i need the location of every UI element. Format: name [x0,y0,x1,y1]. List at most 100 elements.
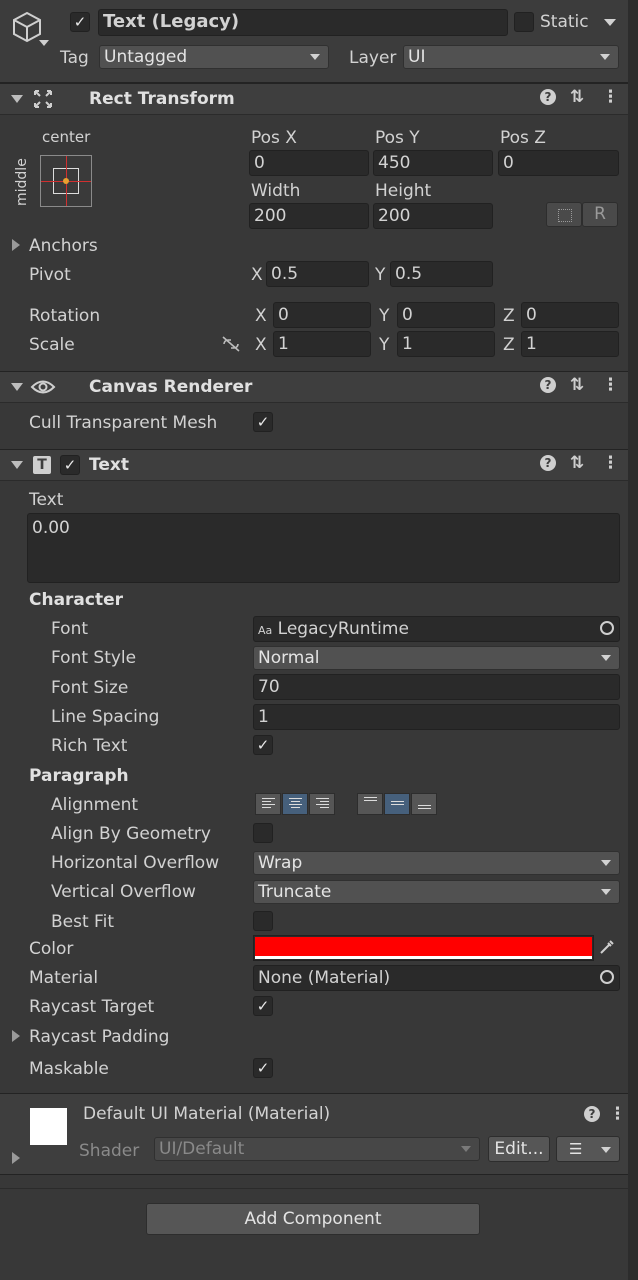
rect-transform-header[interactable]: Rect Transform ? ⇅ ⋮ [0,83,628,115]
scale-x-field[interactable]: 1 [273,331,371,357]
object-name-field[interactable]: Text (Legacy) [98,9,508,36]
active-toggle[interactable]: ✓ [70,12,90,32]
chevron-down-icon [601,655,611,661]
object-picker-icon[interactable] [600,970,614,984]
pos-z-field[interactable]: 0 [498,150,619,176]
align-right-button[interactable] [309,793,335,815]
font-field[interactable]: Aa LegacyRuntime [253,616,620,642]
raw-edit-button[interactable]: R [582,202,618,227]
more-menu-icon[interactable]: ⋮ [602,375,619,395]
pos-z-label: Pos Z [500,128,546,148]
rect-transform-icon [34,90,52,108]
pivot-x-field[interactable]: 0.5 [266,261,369,287]
tag-label: Tag [60,48,89,68]
pos-x-field[interactable]: 0 [249,150,369,176]
gameobject-cube-icon[interactable] [10,10,44,44]
height-field[interactable]: 200 [373,203,493,229]
align-middle-button[interactable] [384,793,410,815]
canvas-renderer-header[interactable]: Canvas Renderer ? ⇅ ⋮ [0,371,628,403]
material-value: None (Material) [258,968,391,988]
rect-transform-title: Rect Transform [89,89,235,109]
align-by-geometry-checkbox[interactable] [253,823,273,843]
layer-dropdown[interactable]: UI [403,45,619,69]
more-menu-icon[interactable]: ⋮ [602,87,619,107]
static-dropdown-arrow-icon[interactable] [604,19,616,26]
pos-y-field[interactable]: 450 [373,150,493,176]
add-component-button[interactable]: Add Component [146,1203,480,1235]
raycast-padding-label[interactable]: Raycast Padding [29,1027,169,1047]
scale-z-field[interactable]: 1 [521,331,619,357]
static-checkbox[interactable] [514,12,534,32]
foldout-arrow-icon[interactable] [11,383,23,391]
anchor-preset-button[interactable] [40,155,92,207]
rotation-y-label: Y [379,306,390,326]
help-icon[interactable]: ? [540,377,556,393]
shader-value: UI/Default [159,1139,245,1159]
text-area[interactable]: 0.00 [27,513,620,583]
align-center-button[interactable] [282,793,308,815]
raycast-padding-foldout-icon[interactable] [12,1030,20,1042]
line-spacing-field[interactable]: 1 [253,704,620,730]
pivot-x-label: X [251,265,263,285]
height-label: Height [375,181,432,201]
foldout-arrow-icon[interactable] [11,461,23,469]
rotation-label: Rotation [29,306,101,326]
rich-text-label: Rich Text [51,736,128,756]
anchors-foldout-icon[interactable] [12,239,20,251]
tag-dropdown[interactable]: Untagged [99,45,329,69]
cull-transparent-mesh-checkbox[interactable]: ✓ [253,412,273,432]
font-size-field[interactable]: 70 [253,674,620,700]
eye-icon [30,380,56,394]
rotation-y-field[interactable]: 0 [397,302,495,328]
dotted-rect-icon [558,209,572,222]
raycast-target-checkbox[interactable]: ✓ [253,996,273,1016]
material-title: Default UI Material (Material) [83,1104,331,1124]
horizontal-overflow-dropdown[interactable]: Wrap [253,851,620,875]
shader-menu-button[interactable]: ☰ [556,1136,620,1162]
shader-dropdown[interactable]: UI/Default [154,1137,480,1161]
eyedropper-icon[interactable] [598,938,616,956]
width-label: Width [251,181,301,201]
font-style-dropdown[interactable]: Normal [253,646,620,670]
best-fit-checkbox[interactable] [253,911,273,931]
rotation-z-field[interactable]: 0 [521,302,619,328]
presets-icon[interactable]: ⇅ [570,375,584,395]
canvas-renderer-title: Canvas Renderer [89,377,253,397]
presets-icon[interactable]: ⇅ [570,87,584,107]
align-left-button[interactable] [255,793,281,815]
help-icon[interactable]: ? [540,455,556,471]
vertical-overflow-label: Vertical Overflow [51,882,196,902]
help-icon[interactable]: ? [584,1106,600,1122]
cube-dropdown-arrow-icon[interactable] [39,40,49,46]
presets-icon[interactable]: ⇅ [570,453,584,473]
font-size-label: Font Size [51,678,129,698]
align-top-button[interactable] [357,793,383,815]
width-field[interactable]: 200 [249,203,369,229]
rich-text-checkbox[interactable]: ✓ [253,735,273,755]
foldout-arrow-icon[interactable] [11,95,23,103]
text-enabled-checkbox[interactable]: ✓ [60,455,80,475]
text-component-header[interactable]: T ✓ Text ? ⇅ ⋮ [0,449,628,481]
help-icon[interactable]: ? [540,89,556,105]
scrollbar[interactable] [628,0,638,1280]
maskable-checkbox[interactable]: ✓ [253,1058,273,1078]
anchors-label[interactable]: Anchors [29,236,98,256]
blueprint-mode-button[interactable] [546,202,582,227]
vertical-overflow-value: Truncate [258,882,332,902]
material-foldout-icon[interactable] [12,1152,20,1164]
align-bottom-button[interactable] [411,793,437,815]
shader-label: Shader [79,1141,140,1161]
more-menu-icon[interactable]: ⋮ [609,1104,626,1124]
vertical-overflow-dropdown[interactable]: Truncate [253,880,620,904]
constrain-proportions-icon[interactable] [221,335,241,353]
material-field[interactable]: None (Material) [253,965,620,991]
pivot-y-field[interactable]: 0.5 [390,261,493,287]
object-header: ✓ Text (Legacy) Static Tag Untagged Laye… [0,0,628,83]
scale-x-label: X [255,335,267,355]
rotation-x-field[interactable]: 0 [273,302,371,328]
scale-y-field[interactable]: 1 [397,331,495,357]
object-picker-icon[interactable] [600,621,614,635]
color-swatch[interactable] [253,935,594,961]
edit-shader-button[interactable]: Edit... [488,1136,550,1162]
more-menu-icon[interactable]: ⋮ [602,453,619,473]
